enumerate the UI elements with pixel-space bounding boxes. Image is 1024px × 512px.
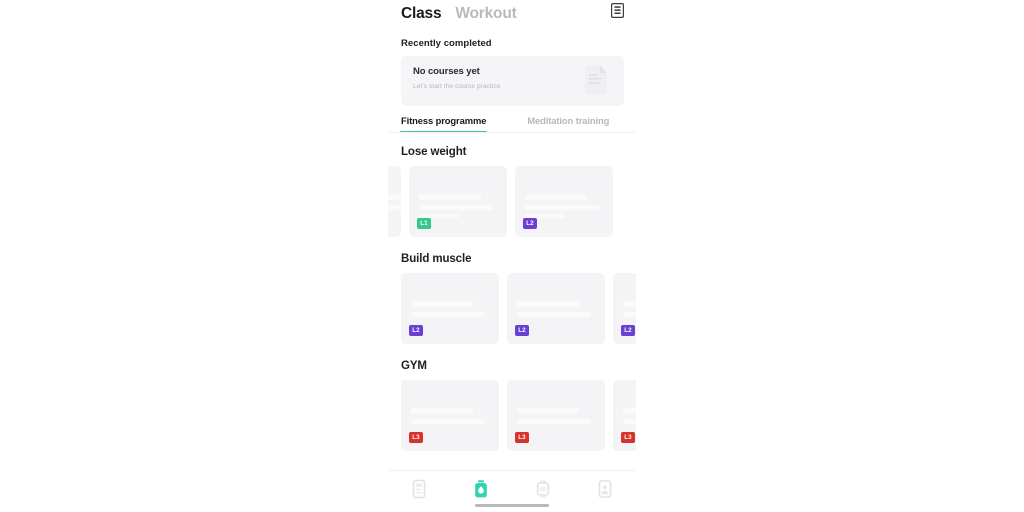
course-card[interactable]: L2 [507, 273, 605, 344]
card-row-lose-weight[interactable]: L1 L2 [388, 166, 636, 240]
empty-document-icon [584, 65, 608, 95]
skeleton-line [623, 419, 636, 424]
course-card[interactable]: L3 [507, 380, 605, 451]
skeleton-line [623, 408, 636, 414]
level-badge: L2 [409, 325, 423, 336]
level-badge: L2 [515, 325, 529, 336]
tab-fitness-programme[interactable]: Fitness programme [399, 115, 488, 133]
course-card[interactable]: L3 [613, 380, 636, 451]
skeleton-line [388, 205, 401, 210]
nav-item-training[interactable] [450, 478, 512, 500]
document-list-icon[interactable] [611, 3, 625, 19]
course-card[interactable] [388, 166, 401, 237]
level-badge: L3 [409, 432, 423, 443]
flame-training-icon [472, 479, 490, 499]
app-header: Class Workout [388, 0, 636, 30]
skeleton-line [419, 205, 493, 210]
card-row-gym[interactable]: L3 L3 L3 [388, 380, 636, 454]
level-badge: L2 [621, 325, 635, 336]
section-title-gym: GYM [401, 360, 427, 372]
skeleton-line [623, 312, 636, 317]
profile-person-icon [596, 479, 614, 499]
programme-tab-group: Fitness programme Meditation training [388, 115, 636, 133]
tab-divider [388, 132, 636, 133]
home-indicator [475, 504, 549, 507]
course-card[interactable]: L1 [409, 166, 507, 237]
skeleton-line [517, 312, 591, 317]
course-card[interactable]: L2 [613, 273, 636, 344]
recently-completed-title: Recently completed [401, 38, 492, 49]
header-tab-workout[interactable]: Workout [455, 4, 516, 24]
skeleton-line [525, 205, 599, 210]
section-title-build-muscle: Build muscle [401, 253, 472, 265]
news-list-icon [410, 479, 428, 499]
level-badge: L1 [417, 218, 431, 229]
empty-state-card[interactable]: No courses yet Let's start the course pr… [401, 56, 624, 106]
skeleton-line [411, 301, 473, 307]
section-title-lose-weight: Lose weight [401, 146, 467, 158]
tab-meditation-training[interactable]: Meditation training [527, 115, 609, 133]
nav-item-profile[interactable] [574, 478, 636, 500]
skeleton-line [517, 419, 591, 424]
level-badge: L3 [621, 432, 635, 443]
header-tab-group: Class Workout [401, 4, 517, 24]
skeleton-line [517, 301, 579, 307]
level-badge: L3 [515, 432, 529, 443]
nav-item-news[interactable] [388, 478, 450, 500]
course-card[interactable]: L2 [401, 273, 499, 344]
header-tab-class[interactable]: Class [401, 4, 442, 24]
skeleton-line [388, 194, 401, 200]
skeleton-line [525, 194, 587, 200]
nav-item-device[interactable] [512, 478, 574, 500]
skeleton-line [411, 419, 485, 424]
level-badge: L2 [523, 218, 537, 229]
watch-device-icon [534, 479, 552, 499]
skeleton-line [419, 194, 481, 200]
course-card[interactable]: L3 [401, 380, 499, 451]
skeleton-line [517, 408, 579, 414]
card-row-build-muscle[interactable]: L2 L2 L2 [388, 273, 636, 347]
skeleton-line [411, 408, 473, 414]
phone-viewport: Class Workout Recently completed No cour… [388, 0, 636, 512]
skeleton-line [623, 301, 636, 307]
course-card[interactable]: L2 [515, 166, 613, 237]
skeleton-line [411, 312, 485, 317]
